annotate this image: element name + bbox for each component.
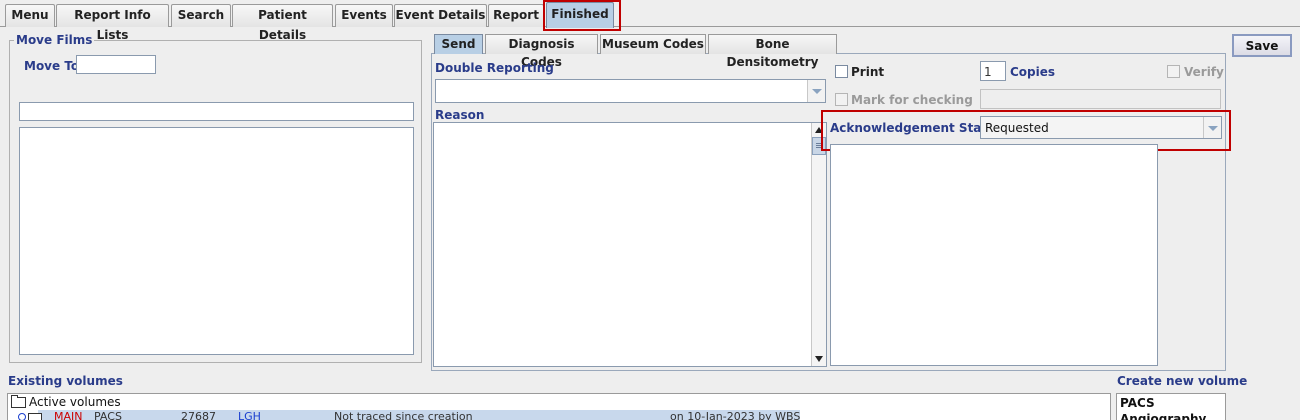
tree-root-label[interactable]: Active volumes (29, 395, 121, 409)
reason-label: Reason (435, 108, 485, 122)
path-field[interactable] (19, 102, 414, 121)
scroll-thumb[interactable] (812, 137, 826, 155)
mark-for-checking-checkbox[interactable] (835, 93, 848, 106)
volume-trace-status: Not traced since creation (334, 410, 473, 420)
volume-type: PACS (94, 410, 122, 420)
tab-report[interactable]: Report (488, 4, 544, 27)
tab-museum-codes[interactable]: Museum Codes (600, 34, 706, 54)
folder-icon (28, 413, 42, 420)
films-list[interactable] (19, 127, 414, 355)
existing-volumes-label: Existing volumes (8, 374, 123, 388)
move-films-title: Move Films (14, 33, 95, 47)
volume-created: on 10-Jan-2023 by WBS (670, 410, 801, 420)
chevron-down-icon[interactable] (1203, 117, 1221, 138)
verify-label: Verify (1184, 65, 1224, 79)
mark-for-checking-label: Mark for checking (851, 93, 973, 107)
scroll-up-icon[interactable] (815, 127, 823, 133)
existing-volumes-tree[interactable]: Active volumes MAIN PACS 27687 LGH Not t… (7, 393, 1111, 420)
volume-site: MAIN (54, 410, 83, 420)
move-to-field[interactable] (76, 55, 156, 74)
verify-checkbox[interactable] (1167, 65, 1180, 78)
folder-icon (11, 395, 26, 408)
tab-menu[interactable]: Menu (5, 4, 55, 27)
reason-textarea[interactable] (433, 122, 827, 367)
tab-patient-details[interactable]: Patient Details (232, 4, 333, 42)
tab-send[interactable]: Send (434, 34, 483, 54)
reason-scrollbar[interactable] (811, 123, 826, 366)
print-checkbox[interactable] (835, 65, 848, 78)
ack-status-combo[interactable]: Requested (980, 116, 1222, 139)
tab-events[interactable]: Events (335, 4, 393, 27)
save-button[interactable]: Save (1232, 34, 1292, 57)
tab-bone-densitometry[interactable]: Bone Densitometry (708, 34, 837, 69)
copies-label: Copies (1010, 65, 1056, 79)
create-volume-label: Create new volume (1117, 374, 1248, 388)
tab-finished[interactable]: Finished (546, 2, 614, 28)
main-tab-bar: Menu Report Info Lists Search Patient De… (0, 0, 1300, 42)
volume-location: LGH (238, 410, 261, 420)
ack-status-label: Acknowledgement Status (830, 121, 1003, 135)
create-volume-list[interactable]: PACS Angiography (1116, 393, 1226, 420)
ack-notes-area[interactable] (830, 144, 1158, 366)
list-item[interactable]: PACS (1120, 396, 1155, 410)
mark-for-checking-field[interactable] (980, 89, 1221, 109)
tab-search[interactable]: Search (171, 4, 231, 27)
volume-number: 27687 (181, 410, 216, 420)
scroll-down-icon[interactable] (815, 356, 823, 362)
chevron-down-icon[interactable] (807, 80, 825, 102)
tree-toggle-icon[interactable] (18, 413, 26, 420)
tab-report-info-lists[interactable]: Report Info Lists (56, 4, 169, 42)
ack-status-value: Requested (985, 121, 1049, 135)
double-reporting-combo[interactable] (435, 79, 826, 103)
list-item[interactable]: Angiography (1120, 412, 1206, 420)
tab-diagnosis-codes[interactable]: Diagnosis Codes (485, 34, 598, 69)
double-reporting-label: Double Reporting (435, 61, 554, 75)
tab-event-details[interactable]: Event Details (394, 4, 487, 27)
copies-value: 1 (984, 65, 992, 79)
print-label: Print (851, 65, 885, 79)
move-to-label: Move To (24, 59, 80, 73)
copies-field[interactable]: 1 (980, 61, 1006, 81)
